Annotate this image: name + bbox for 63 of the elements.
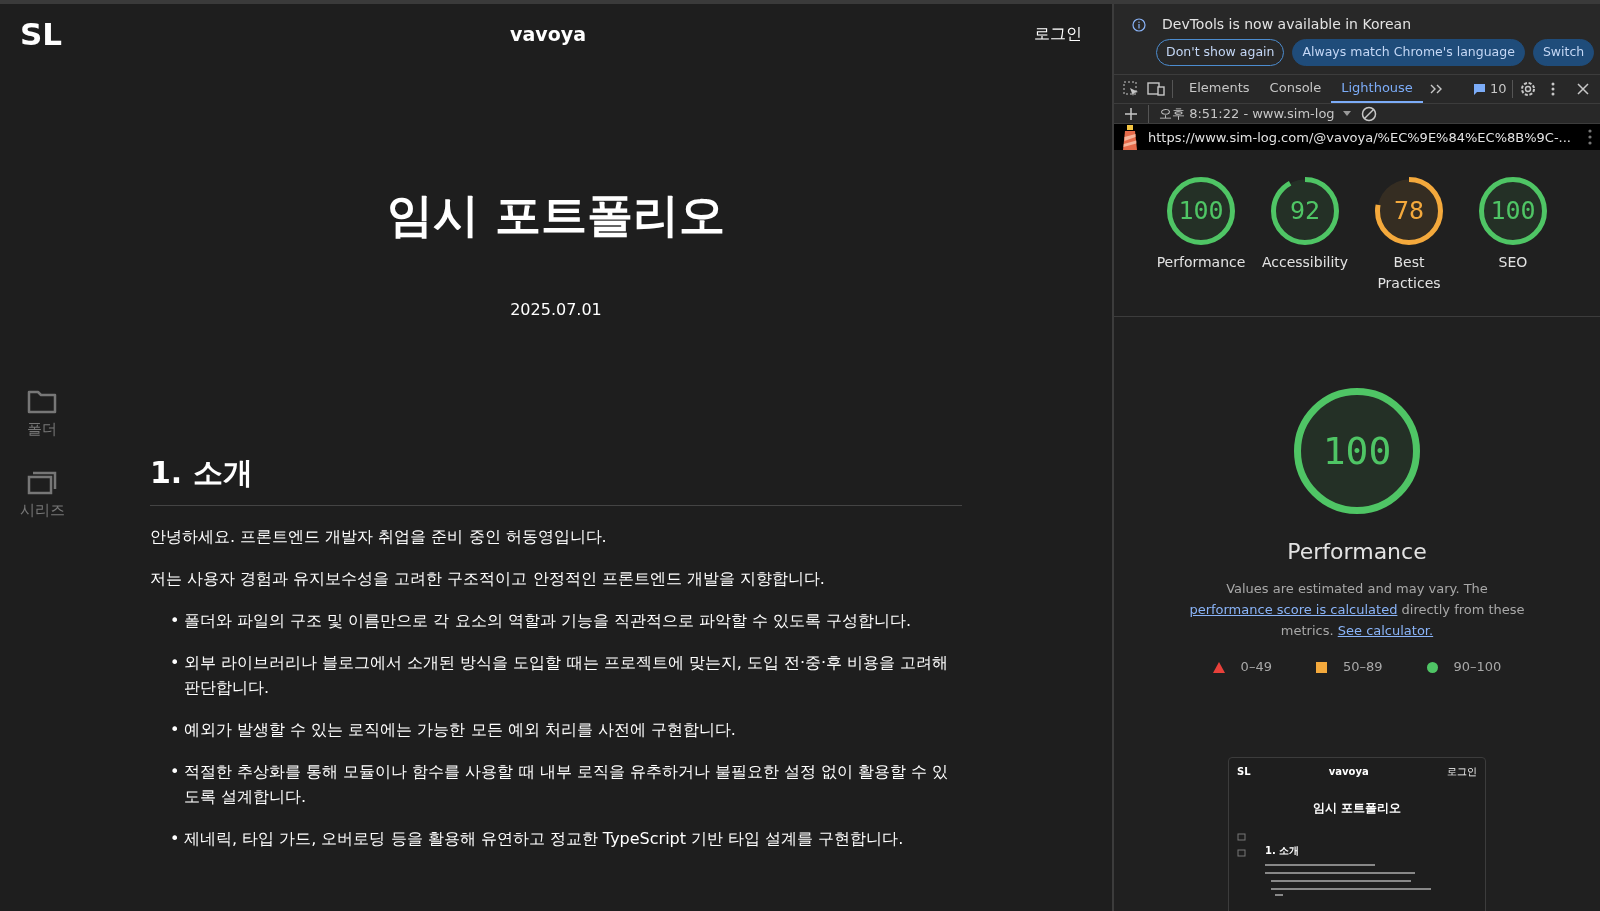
notice-button[interactable]: Switch <box>1532 39 1595 66</box>
caret-icon <box>1342 111 1351 116</box>
score-label[interactable]: Accessibility <box>1261 252 1349 274</box>
category-title: Performance <box>1287 538 1427 567</box>
blog-name: vavoya <box>1328 764 1369 779</box>
folder-icon <box>27 390 57 414</box>
close-icon[interactable] <box>1577 82 1590 95</box>
clear-icon[interactable] <box>1360 105 1377 122</box>
add-icon[interactable] <box>1124 106 1138 121</box>
section-heading: 1. 소개 <box>1265 843 1301 858</box>
sidebar-icons-drawing <box>1237 832 1247 859</box>
bullet: • <box>170 610 176 632</box>
list-item: 폴더와 파일의 구조 및 이름만으로 각 요소의 역할과 기능을 직관적으로 파악할 수 있도록 구성합니다. <box>184 610 912 632</box>
tab[interactable]: Console <box>1259 74 1332 104</box>
legend-range: 50–89 <box>1342 658 1383 677</box>
more-icon[interactable] <box>1588 129 1592 146</box>
tab[interactable]: Elements <box>1179 74 1260 104</box>
more-icon[interactable] <box>1551 81 1556 96</box>
settings-icon[interactable] <box>1519 79 1538 98</box>
link[interactable]: performance score is calculated <box>1189 602 1398 618</box>
bullet: • <box>170 719 176 741</box>
more-tabs-icon[interactable] <box>1428 82 1443 95</box>
score-value: 100 <box>1322 427 1392 475</box>
info-icon <box>1132 17 1146 32</box>
lighthouse-icon <box>1122 124 1138 151</box>
post-title: 임시 포트폴리오 <box>386 187 726 244</box>
link[interactable]: See calculator. <box>1337 623 1434 639</box>
score-label[interactable]: SEO <box>1498 252 1528 274</box>
blog-name[interactable]: vavoya <box>510 19 586 49</box>
score-value: 92 <box>1289 195 1321 228</box>
score-label[interactable]: Performance <box>1156 252 1246 274</box>
list-item: 제네릭, 타입 가드, 오버로딩 등을 활용해 유연하고 정교한 TypeScript 기반 타입 설계를 구현합니다. <box>184 828 904 850</box>
score-value: 78 <box>1393 195 1425 228</box>
logo[interactable]: SL <box>20 10 63 58</box>
stacked-windows-icon <box>27 470 57 495</box>
report-url: https://www.sim-log.com/@vavoya/%EC%9E%84%EC%8B%9C-... <box>1148 128 1572 147</box>
legend-range: 90–100 <box>1453 658 1502 677</box>
post-title: 임시 포트폴리오 <box>1311 799 1403 817</box>
score-value: 100 <box>1490 195 1536 228</box>
bullet: • <box>170 828 176 850</box>
sidebar-item[interactable]: 폴더 <box>27 390 57 441</box>
section-heading: 1. 소개 <box>150 450 962 506</box>
device-icon[interactable] <box>1146 79 1166 98</box>
score-value: 100 <box>1178 195 1224 228</box>
list-item: 적절한 추상화를 통해 모듈이나 함수를 사용할 때 내부 로직을 유추하거나 불필요한 설정 없이 활용할 수 있도록 설계합니다. <box>184 761 950 808</box>
inspect-icon[interactable] <box>1122 79 1140 98</box>
notice-button[interactable]: Always match Chrome's language <box>1292 39 1525 66</box>
score-label[interactable]: Best Practices <box>1361 252 1457 295</box>
list-item: 예외가 발생할 수 있는 로직에는 가능한 모든 예외 처리를 사전에 구현합니다. <box>184 719 736 741</box>
paragraph: 안녕하세요. 프론트엔드 개발자 취업을 준비 중인 허동영입니다. <box>150 526 608 548</box>
bullet: • <box>170 761 176 783</box>
logo: SL <box>1237 764 1251 779</box>
paragraph: 저는 사용자 경험과 유지보수성을 고려한 구조적이고 안정적인 프론트엔드 개발을 지향합니다. <box>150 568 826 590</box>
list-item: 외부 라이브러리나 블로그에서 소개된 방식을 도입할 때는 프로젝트에 맞는지, 도입 전·중·후 비용을 고려해 판단합니다. <box>184 652 950 699</box>
issues-button[interactable]: 10 <box>1472 79 1507 99</box>
legend-range: 0–49 <box>1240 658 1272 677</box>
login-link[interactable]: 로그인 <box>1034 22 1082 46</box>
post-date: 2025.07.01 <box>509 299 603 321</box>
message-icon <box>1472 82 1486 95</box>
notice-text: DevTools is now available in Korean <box>1162 15 1411 34</box>
bullet: • <box>170 652 176 674</box>
sidebar-item[interactable]: 시리즈 <box>19 470 65 521</box>
score-description: Values are estimated and may vary. The performance score is calculated directly from these metrics. See calculator. <box>1188 580 1526 641</box>
